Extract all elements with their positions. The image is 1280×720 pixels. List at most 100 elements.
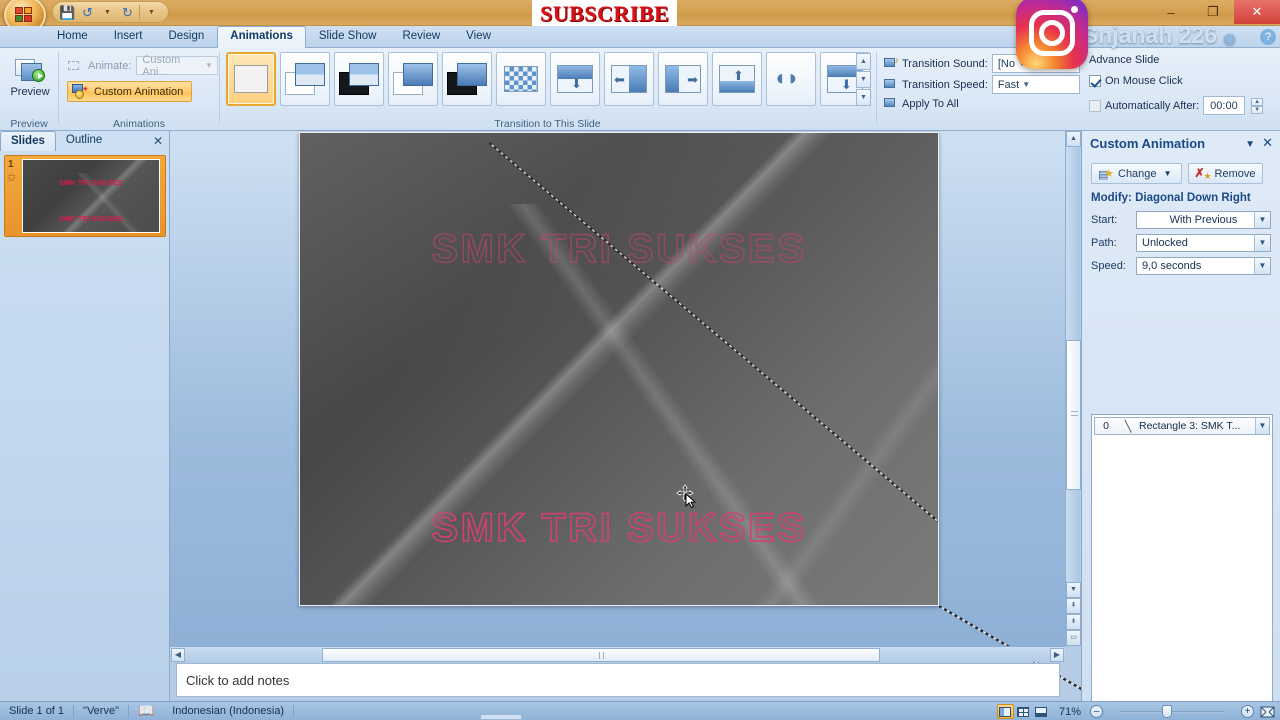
reset-slide-icon[interactable]: ▭ (1066, 630, 1081, 646)
help-icon[interactable]: ? (1260, 29, 1276, 45)
scroll-down-icon[interactable]: ▼ (1066, 582, 1081, 598)
close-panel-icon[interactable]: ✕ (153, 134, 163, 148)
gallery-scroll-up-icon[interactable]: ▲ (856, 53, 871, 70)
tab-slide-show[interactable]: Slide Show (306, 26, 390, 48)
pane-menu-icon[interactable]: ▼ (1245, 139, 1255, 150)
transition-fade-through-black[interactable] (442, 52, 492, 106)
tab-animations[interactable]: Animations (217, 26, 306, 48)
vertical-scroll-thumb[interactable] (1066, 340, 1081, 490)
zoom-level[interactable]: 71% (1055, 702, 1085, 720)
slide-sorter-view-button[interactable] (1015, 704, 1032, 719)
custom-animation-button[interactable]: ✦ Custom Animation (67, 81, 193, 102)
chevron-down-icon[interactable]: ▼ (1254, 258, 1270, 274)
transition-speed-dropdown[interactable]: Fast ▼ (991, 75, 1080, 94)
start-value: With Previous (1169, 214, 1238, 226)
chevron-down-icon[interactable]: ▼ (1161, 169, 1175, 178)
transition-cut-through-black[interactable] (334, 52, 384, 106)
chevron-down-icon[interactable]: ▼ (1254, 212, 1270, 228)
vertical-scrollbar[interactable]: ▲ ▼ ⇞ ⇟ ▭ (1065, 131, 1081, 646)
previous-slide-icon[interactable]: ⇞ (1066, 598, 1081, 614)
tab-design[interactable]: Design (155, 26, 217, 48)
remove-button[interactable]: ✗ ★ Remove (1187, 163, 1263, 184)
zoom-in-button[interactable]: + (1241, 705, 1254, 718)
transition-wipe-left[interactable]: ⬅ (604, 52, 654, 106)
slide-thumbnail-item[interactable]: 1 ✩ SMK TRI SUKSES SMK TRI SUKSES (4, 155, 166, 237)
transition-no-transition[interactable] (226, 52, 276, 106)
pane-close-icon[interactable]: ✕ (1262, 135, 1273, 151)
tab-slides[interactable]: Slides (0, 131, 56, 151)
thumbnail-preview: SMK TRI SUKSES SMK TRI SUKSES (22, 159, 160, 233)
animation-item-index: 0 (1103, 420, 1109, 432)
thumbnail-text-top: SMK TRI SUKSES (59, 180, 123, 187)
scroll-right-icon[interactable]: ▶ (1050, 648, 1064, 662)
tab-outline[interactable]: Outline (56, 131, 112, 151)
tab-view[interactable]: View (453, 26, 504, 48)
animation-list[interactable]: 0 ╲ Rectangle 3: SMK T... ▼ (1091, 414, 1273, 720)
remove-icon: ✗ ★ (1194, 165, 1212, 181)
scroll-up-icon[interactable]: ▲ (1066, 131, 1081, 147)
stepper-down-icon[interactable]: ▼ (1251, 105, 1264, 114)
preview-button[interactable]: Preview (8, 52, 52, 114)
slide-text-main[interactable]: SMK TRI SUKSES (300, 505, 938, 551)
transition-sound-value: [No (997, 57, 1015, 70)
on-mouse-click-checkbox[interactable] (1089, 75, 1101, 87)
transition-fade-smoothly[interactable] (388, 52, 438, 106)
fit-to-window-icon[interactable] (1259, 705, 1276, 719)
normal-view-button[interactable] (996, 704, 1014, 719)
gallery-scroll-down-icon[interactable]: ▼ (856, 71, 871, 88)
tab-review[interactable]: Review (389, 26, 453, 48)
close-button[interactable]: ✕ (1234, 0, 1280, 24)
modify-label: Modify: Diagonal Down Right (1091, 192, 1251, 204)
slides-panel: Slides Outline ✕ 1 ✩ SMK TRI SUKSES SMK … (0, 131, 170, 701)
slide-counter[interactable]: Slide 1 of 1 (0, 702, 73, 720)
pane-action-buttons: ▤ ★ Change ▼ ✗ ★ Remove (1091, 163, 1263, 184)
transition-wipe-up[interactable]: ⬆ (712, 52, 762, 106)
transition-dissolve[interactable] (496, 52, 546, 106)
minimize-button[interactable]: – (1150, 0, 1192, 24)
stepper-up-icon[interactable]: ▲ (1251, 97, 1264, 106)
scroll-left-icon[interactable]: ◀ (171, 648, 185, 662)
slide-canvas[interactable]: SMK TRI SUKSES SMK TRI SUKSES (299, 132, 939, 606)
horizontal-scrollbar[interactable]: ◀ ▶ (170, 646, 1065, 662)
start-dropdown[interactable]: With Previous ▼ (1136, 211, 1271, 229)
zoom-out-button[interactable]: – (1090, 705, 1103, 718)
channel-watermark: aSnjanah 226 ◉ (1070, 22, 1236, 49)
path-dropdown[interactable]: Unlocked ▼ (1136, 234, 1271, 252)
animation-list-item[interactable]: 0 ╲ Rectangle 3: SMK T... ▼ (1094, 417, 1270, 435)
animation-item-name: Rectangle 3: SMK T... (1139, 420, 1241, 432)
change-button[interactable]: ▤ ★ Change ▼ (1091, 163, 1182, 184)
animate-dropdown[interactable]: Custom Ani... ▼ (136, 54, 219, 78)
transition-wipe-right[interactable]: ➡ (658, 52, 708, 106)
animation-item-dropdown-icon[interactable]: ▼ (1255, 418, 1269, 434)
spellcheck-icon[interactable]: 📖 (129, 702, 163, 720)
transition-gallery[interactable]: ⬇ ⬅ ➡ ⬆ ◖◗ ⬇ (226, 52, 870, 106)
notes-pane[interactable]: Click to add notes (176, 663, 1060, 697)
on-mouse-click-row[interactable]: On Mouse Click (1089, 75, 1183, 87)
animation-star-icon[interactable]: ✩ (7, 171, 16, 184)
slide-show-view-button[interactable] (1033, 704, 1050, 719)
transition-blinds-fade[interactable] (280, 52, 330, 106)
automatically-after-input[interactable]: 00:00 (1203, 96, 1246, 115)
next-slide-icon[interactable]: ⇟ (1066, 614, 1081, 630)
pane-header: Custom Animation ▼ ✕ (1082, 131, 1280, 155)
zoom-slider[interactable] (1108, 704, 1236, 719)
gallery-scroll-buttons[interactable]: ▲ ▼ ▼ (856, 53, 871, 106)
transition-wipe-down[interactable]: ⬇ (550, 52, 600, 106)
speed-dropdown[interactable]: 9,0 seconds ▼ (1136, 257, 1271, 275)
powerpoint-window: 💾 ↺ ▼ ↻ ▼ PowerPoint SUBSCRIBE – ❐ ✕ aSn… (0, 0, 1280, 720)
horizontal-scroll-thumb[interactable] (322, 648, 880, 662)
theme-name[interactable]: "Verve" (74, 702, 128, 720)
ribbon-group-preview: Preview Preview (0, 48, 58, 131)
apply-to-all-button[interactable]: Apply To All (883, 96, 959, 111)
tab-home[interactable]: Home (44, 26, 101, 48)
tab-insert[interactable]: Insert (101, 26, 156, 48)
gallery-expand-icon[interactable]: ▼ (856, 89, 871, 106)
language-indicator[interactable]: Indonesian (Indonesia) (163, 702, 293, 720)
automatically-after-checkbox[interactable] (1089, 99, 1101, 112)
chevron-down-icon[interactable]: ▼ (1254, 235, 1270, 251)
automatically-after-row[interactable]: Automatically After: 00:00 ▲ ▼ (1089, 96, 1264, 115)
zoom-slider-handle[interactable] (1162, 705, 1172, 718)
automatically-after-stepper[interactable]: ▲ ▼ (1251, 97, 1264, 114)
transition-split-vertical-out[interactable]: ◖◗ (766, 52, 816, 106)
restore-button[interactable]: ❐ (1192, 0, 1234, 24)
